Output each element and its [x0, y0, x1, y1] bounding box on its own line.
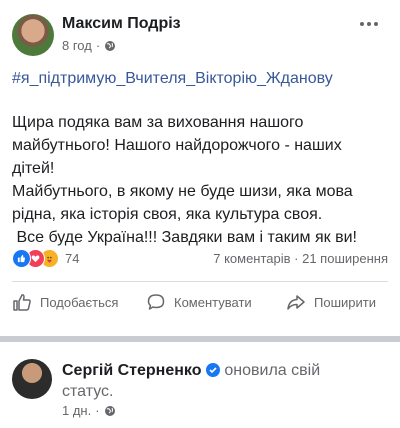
- globe-icon: [105, 40, 116, 51]
- globe-icon: [104, 405, 115, 416]
- share-button[interactable]: Поширити: [286, 287, 376, 317]
- post-line: Все буде Україна!!! Завдяки вам і таким …: [12, 229, 357, 246]
- post-line: Майбутнього, в якому не буде шизи, яка м…: [12, 183, 353, 200]
- comments-shares-count[interactable]: 7 коментарів · 21 поширення: [213, 251, 388, 266]
- comment-button[interactable]: Коментувати: [146, 287, 252, 317]
- next-author-avatar[interactable]: [12, 359, 52, 399]
- share-icon: [287, 295, 305, 310]
- like-button[interactable]: Подобається: [12, 287, 118, 317]
- feed-separator: [0, 336, 400, 342]
- post-hashtag[interactable]: #я_підтримую_Вчителя_Вікторію_Жданову: [12, 70, 333, 88]
- post-line: Щира подяка вам за виховання нашого: [12, 114, 304, 131]
- author-name[interactable]: Максим Подріз: [62, 15, 181, 33]
- comment-label: Коментувати: [174, 294, 252, 310]
- divider: [12, 281, 388, 282]
- separator-dot: ·: [95, 403, 100, 418]
- next-activity-2: статус.: [62, 383, 114, 400]
- post-line: дітей!: [12, 160, 55, 177]
- next-author-name[interactable]: Сергій Стерненко: [62, 362, 201, 379]
- more-options-icon[interactable]: [360, 16, 384, 32]
- like-icon: [13, 294, 31, 311]
- post-time[interactable]: 8 год ·: [62, 38, 116, 53]
- author-avatar[interactable]: [12, 14, 54, 56]
- next-post-header: Сергій Стерненко оновила свій статус.: [62, 360, 382, 402]
- post-line: рідна, яка історія своя, яка культура св…: [12, 206, 323, 223]
- like-label: Подобається: [40, 294, 119, 310]
- comment-icon: [147, 294, 165, 310]
- reactions-count[interactable]: 74: [65, 251, 79, 266]
- like-reaction-icon: [12, 249, 31, 268]
- next-post-time[interactable]: 1 дн. ·: [62, 403, 116, 418]
- share-label: Поширити: [314, 294, 376, 310]
- next-post-time-text[interactable]: 1 дн.: [62, 403, 91, 418]
- verified-badge-icon: [205, 363, 220, 377]
- next-activity: оновила свій: [224, 362, 321, 379]
- separator-dot: ·: [95, 38, 101, 53]
- post-body: Щира подяка вам за виховання нашого майб…: [12, 111, 397, 249]
- post-time-text[interactable]: 8 год: [62, 38, 92, 53]
- reactions-summary[interactable]: 74: [12, 249, 79, 268]
- post-line: майбутнього! Нашого найдорожчого - наших: [12, 137, 342, 154]
